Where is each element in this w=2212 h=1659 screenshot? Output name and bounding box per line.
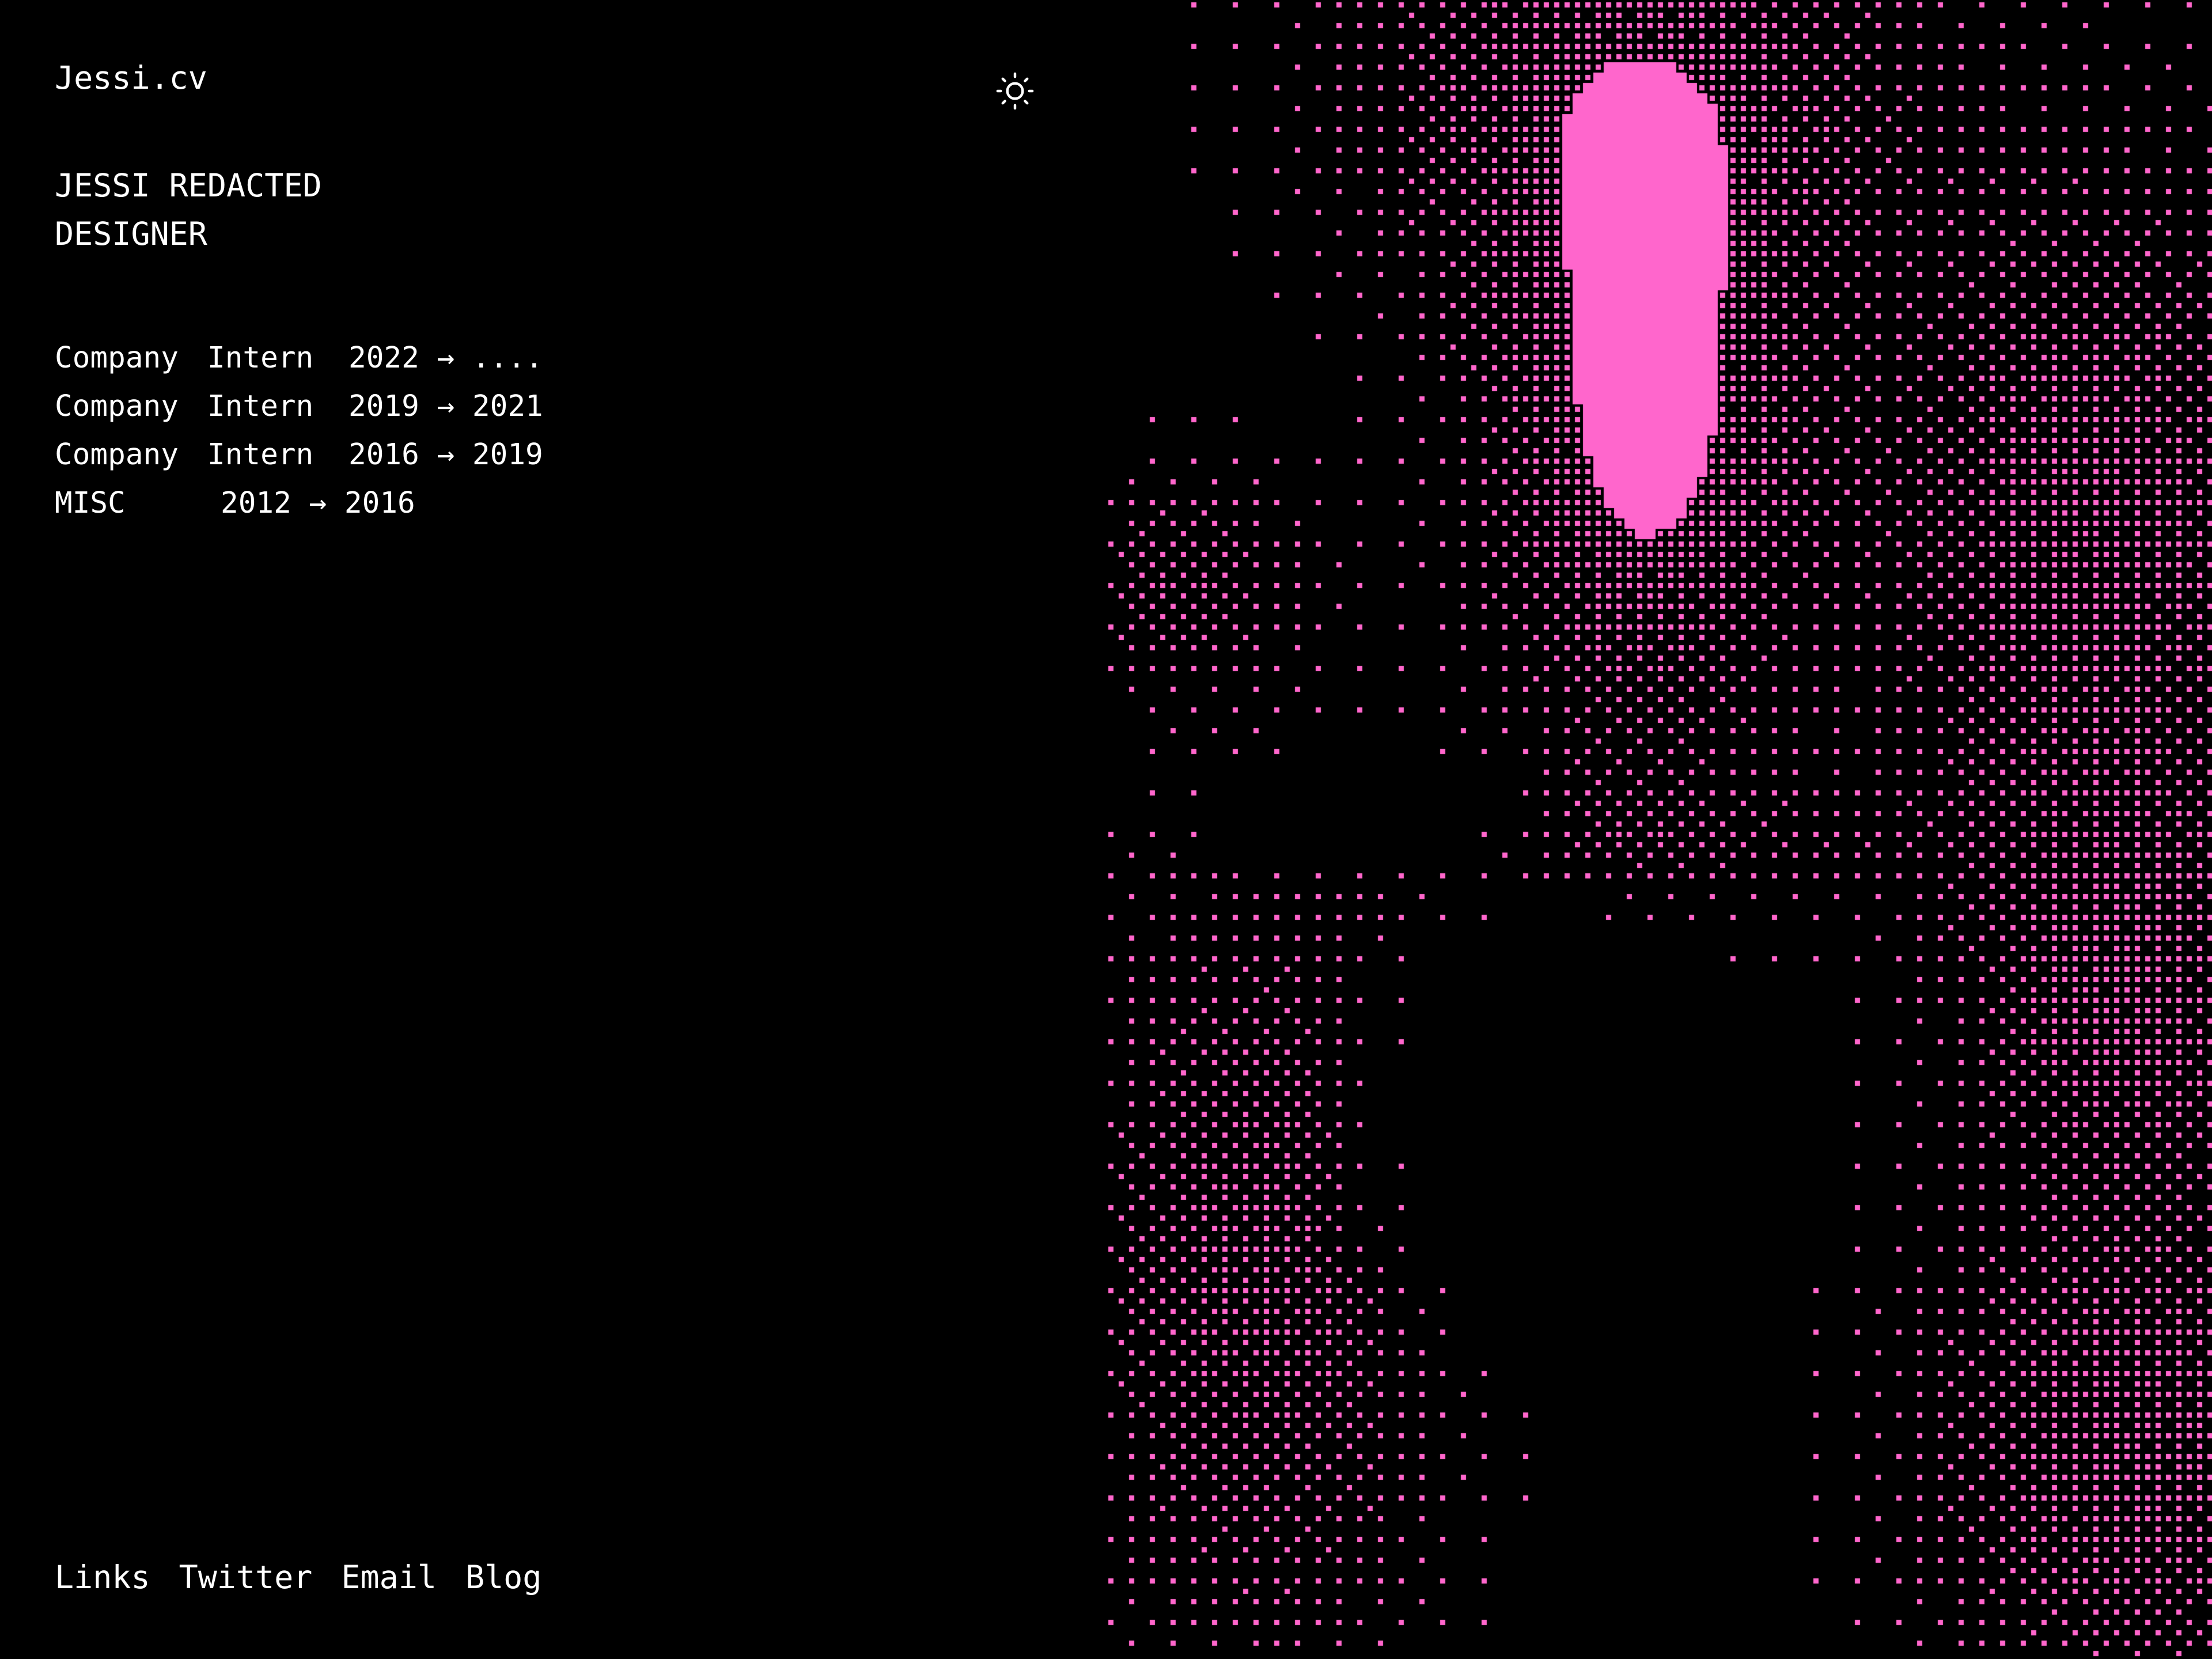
experience-row: Company Intern 2016 → 2019: [55, 431, 543, 479]
experience-period: 2022 → ....: [349, 341, 543, 375]
footer-link-twitter[interactable]: Twitter: [179, 1555, 313, 1599]
site-title[interactable]: Jessi.cv: [55, 58, 207, 98]
experience-role: Intern: [207, 389, 314, 423]
experience-period: 2019 → 2021: [349, 389, 543, 423]
theme-toggle-button[interactable]: [993, 69, 1037, 113]
sun-icon: [996, 72, 1034, 110]
profile-role: DESIGNER: [55, 215, 207, 252]
experience-company: MISC: [55, 486, 126, 520]
experience-role: Intern: [207, 341, 314, 375]
footer-link-blog[interactable]: Blog: [465, 1555, 541, 1599]
experience-period: 2012 → 2016: [221, 486, 415, 520]
left-pane: Jessi.cv JESSI REDACTED DESIGNER Company…: [0, 0, 1106, 1659]
footer-link-links[interactable]: Links: [55, 1555, 150, 1599]
experience-row: Company Intern 2022 → ....: [55, 334, 543, 382]
experience-period: 2016 → 2019: [349, 438, 543, 472]
experience-row: MISC 2012 → 2016: [55, 479, 543, 528]
profile-heading: JESSI REDACTED DESIGNER: [55, 161, 322, 258]
footer-nav: Links Twitter Email Blog: [55, 1555, 541, 1599]
experience-company: Company: [55, 389, 179, 423]
experience-company: Company: [55, 438, 179, 472]
profile-name: JESSI REDACTED: [55, 167, 322, 204]
dithered-pink-artwork: [1106, 0, 2212, 1659]
footer-link-email[interactable]: Email: [341, 1555, 437, 1599]
experience-list: Company Intern 2022 → .... Company Inter…: [55, 334, 543, 528]
experience-row: Company Intern 2019 → 2021: [55, 382, 543, 431]
experience-role: Intern: [207, 438, 314, 472]
experience-company: Company: [55, 341, 179, 375]
